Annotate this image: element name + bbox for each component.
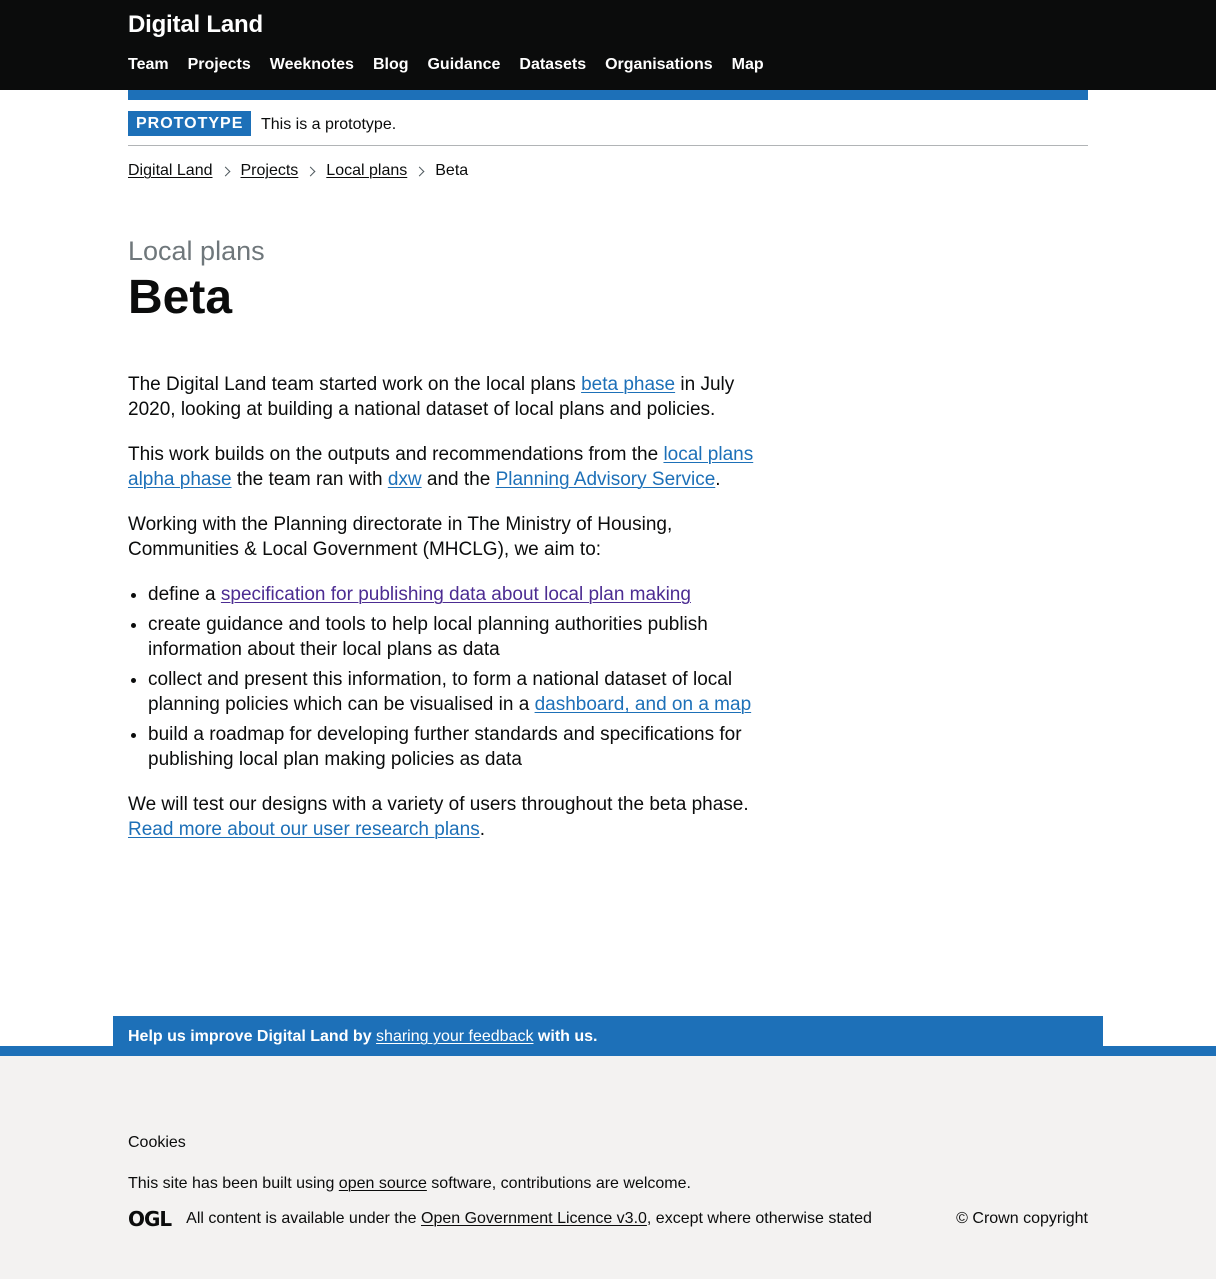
text-span: software, contributions are welcome. (426, 1175, 691, 1192)
open-source-text: This site has been built using open sour… (128, 1174, 691, 1194)
crown-copyright-link[interactable]: © Crown copyright (956, 1209, 1088, 1229)
site-footer: Cookies This site has been built using o… (0, 1056, 1216, 1279)
text-span: . (479, 819, 485, 840)
phase-banner-text: This is a prototype. (261, 116, 397, 133)
footer-accent-bar (0, 1046, 1216, 1056)
text-span: This work builds on the outputs and reco… (128, 444, 664, 465)
user-research-link[interactable]: Read more about our user research plans (128, 819, 480, 840)
nav-item-organisations[interactable]: Organisations (605, 55, 713, 75)
breadcrumb-digital-land[interactable]: Digital Land (128, 161, 213, 181)
intro-paragraph: The Digital Land team started work on th… (128, 372, 768, 422)
planning-advisory-service-link[interactable]: Planning Advisory Service (496, 469, 716, 490)
chevron-right-icon (220, 166, 230, 176)
page-title: Beta (128, 271, 233, 324)
main-content: The Digital Land team started work on th… (128, 372, 768, 862)
list-item: define a specification for publishing da… (148, 582, 768, 607)
nav-item-blog[interactable]: Blog (373, 55, 409, 75)
nav-item-weeknotes[interactable]: Weeknotes (270, 55, 354, 75)
phase-banner: PROTOTYPE This is a prototype. (128, 100, 1088, 146)
dxw-link[interactable]: dxw (388, 469, 422, 490)
text-span: All content is available under the (186, 1210, 417, 1227)
list-item: collect and present this information, to… (148, 667, 768, 717)
text-span: and the (421, 469, 496, 490)
list-item: build a roadmap for developing further s… (148, 722, 768, 772)
ogl-licence-link[interactable]: Open Government Licence v3.0 (421, 1209, 647, 1229)
research-paragraph: We will test our designs with a variety … (128, 792, 768, 842)
feedback-link[interactable]: sharing your feedback (376, 1028, 533, 1045)
site-header: Digital Land Team Projects Weeknotes Blo… (0, 0, 1216, 90)
text-span: define a (148, 584, 221, 605)
text-span: with us. (533, 1028, 598, 1045)
specification-link[interactable]: specification for publishing data about … (221, 584, 691, 605)
beta-phase-link[interactable]: beta phase (581, 374, 675, 395)
text-span: We will test our designs with a variety … (128, 794, 749, 815)
main-navigation: Team Projects Weeknotes Blog Guidance Da… (128, 55, 783, 75)
chevron-right-icon (305, 166, 316, 176)
cookies-link[interactable]: Cookies (128, 1133, 186, 1153)
page-caption: Local plans (128, 236, 265, 266)
aims-list: define a specification for publishing da… (128, 582, 768, 772)
breadcrumb-current: Beta (435, 162, 469, 179)
nav-item-team[interactable]: Team (128, 55, 169, 75)
site-title-link[interactable]: Digital Land (128, 11, 263, 39)
list-item: create guidance and tools to help local … (148, 612, 768, 662)
aims-paragraph: Working with the Planning directorate in… (128, 514, 673, 560)
open-source-link[interactable]: open source (339, 1175, 427, 1192)
feedback-banner: Help us improve Digital Land by sharing … (113, 1016, 1103, 1046)
text-span: the team ran with (231, 469, 388, 490)
phase-tag: PROTOTYPE (128, 111, 252, 136)
nav-item-map[interactable]: Map (732, 55, 764, 75)
text-span: This site has been built using (128, 1175, 339, 1192)
breadcrumb: Digital Land Projects Local plans Beta (128, 161, 468, 181)
ogl-logo-icon: OGL (128, 1207, 172, 1231)
licence-text: OGL All content is available under the O… (128, 1209, 872, 1229)
text-span: , except where otherwise stated (646, 1210, 872, 1227)
dashboard-map-link[interactable]: dashboard, and on a map (535, 694, 752, 715)
nav-item-projects[interactable]: Projects (188, 55, 251, 75)
nav-item-datasets[interactable]: Datasets (519, 55, 586, 75)
nav-item-guidance[interactable]: Guidance (427, 55, 500, 75)
text-span: Help us improve Digital Land by (128, 1028, 377, 1045)
breadcrumb-projects[interactable]: Projects (241, 161, 299, 181)
chevron-right-icon (414, 166, 425, 176)
outputs-paragraph: This work builds on the outputs and reco… (128, 442, 768, 492)
header-accent-bar (128, 90, 1088, 100)
text-span: . (715, 469, 721, 490)
breadcrumb-local-plans[interactable]: Local plans (326, 161, 407, 181)
feedback-text: Help us improve Digital Land by sharing … (128, 1027, 597, 1047)
text-span: The Digital Land team started work on th… (128, 374, 582, 395)
